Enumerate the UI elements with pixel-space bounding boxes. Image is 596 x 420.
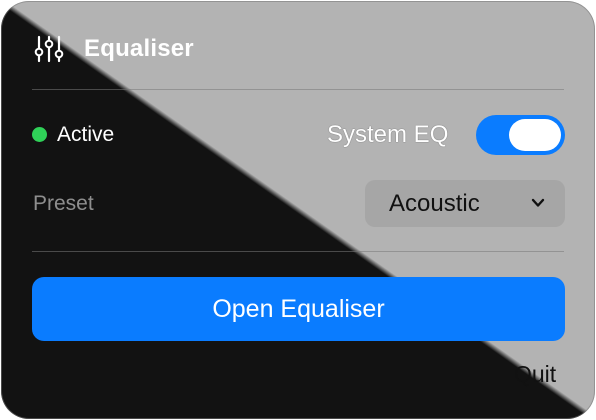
preset-label: Preset: [33, 192, 94, 215]
panel-title: Equaliser: [84, 35, 194, 62]
system-eq-toggle[interactable]: [476, 115, 565, 155]
quit-button[interactable]: Quit: [514, 359, 556, 389]
preset-select-value: Acoustic: [389, 190, 480, 217]
status-indicator-dot: [32, 127, 47, 142]
equaliser-panel: Equaliser Active System EQ Preset Acoust…: [1, 1, 595, 419]
preset-select[interactable]: Acoustic: [365, 180, 565, 227]
system-eq-label: System EQ: [327, 121, 449, 148]
divider: [32, 251, 564, 252]
sliders-icon: [34, 35, 66, 63]
open-equaliser-button[interactable]: Open Equaliser: [32, 277, 565, 341]
chevron-down-icon: [530, 196, 546, 210]
divider: [32, 89, 564, 90]
status-label: Active: [57, 123, 115, 146]
toggle-knob: [509, 119, 561, 151]
